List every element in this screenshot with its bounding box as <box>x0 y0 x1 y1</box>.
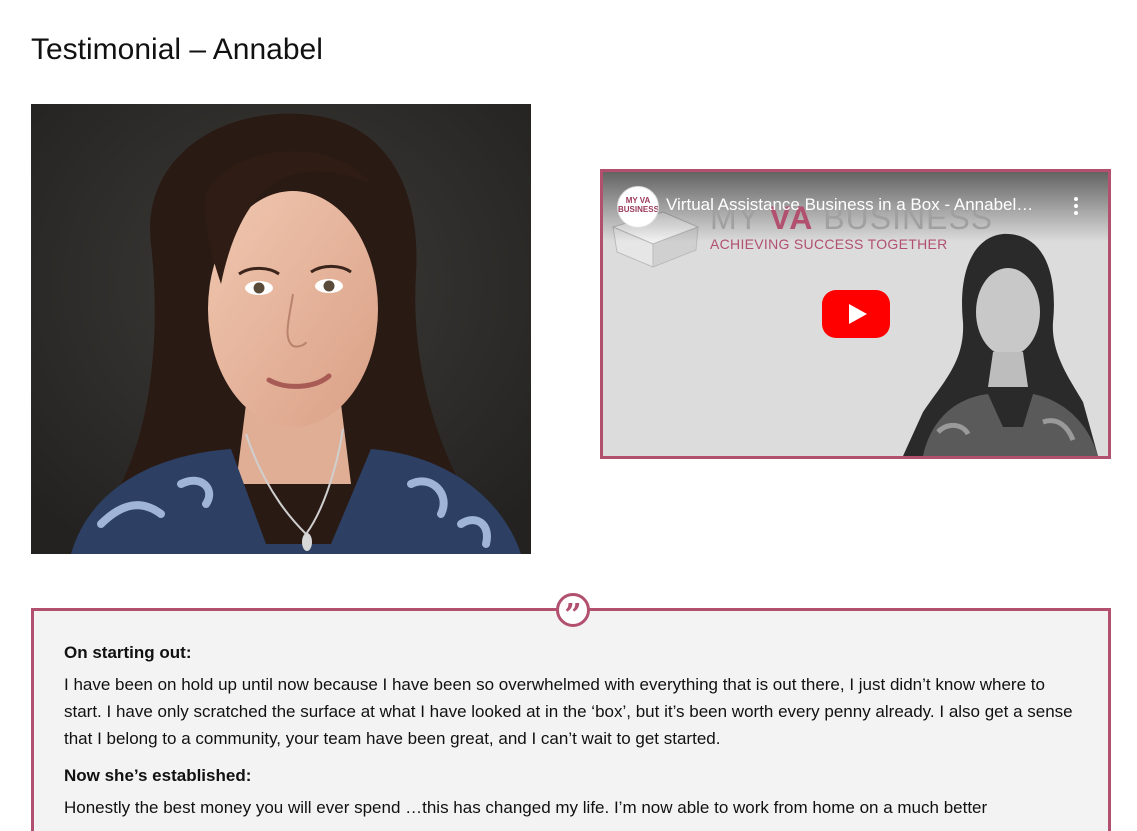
more-vertical-icon[interactable] <box>1074 197 1078 215</box>
youtube-play-icon[interactable] <box>822 290 890 338</box>
page: Testimonial – Annabel MY VA BUSINESS ACH… <box>0 0 1137 831</box>
channel-logo[interactable]: MY VA BUSINESS <box>617 186 659 228</box>
section-heading-starting-out: On starting out: <box>64 643 192 662</box>
section-heading-established: Now she’s established: <box>64 766 252 785</box>
video-embed[interactable]: MY VA BUSINESS ACHIEVING SUCCESS TOGETHE… <box>600 169 1111 459</box>
section-text-starting-out: I have been on hold up until now because… <box>64 675 1073 748</box>
video-title[interactable]: Virtual Assistance Business in a Box - A… <box>666 195 1056 215</box>
brand-tagline: ACHIEVING SUCCESS TOGETHER <box>710 236 948 252</box>
quote-icon: ” <box>556 593 590 633</box>
portrait-photo <box>31 104 531 554</box>
section-text-established: Honestly the best money you will ever sp… <box>64 798 988 817</box>
testimonial-quote-box: ” On starting out: I have been on hold u… <box>31 593 1111 831</box>
video-thumbnail: MY VA BUSINESS ACHIEVING SUCCESS TOGETHE… <box>603 172 1108 456</box>
testimonial-content: On starting out: I have been on hold up … <box>64 639 1079 831</box>
page-title: Testimonial – Annabel <box>31 33 323 66</box>
